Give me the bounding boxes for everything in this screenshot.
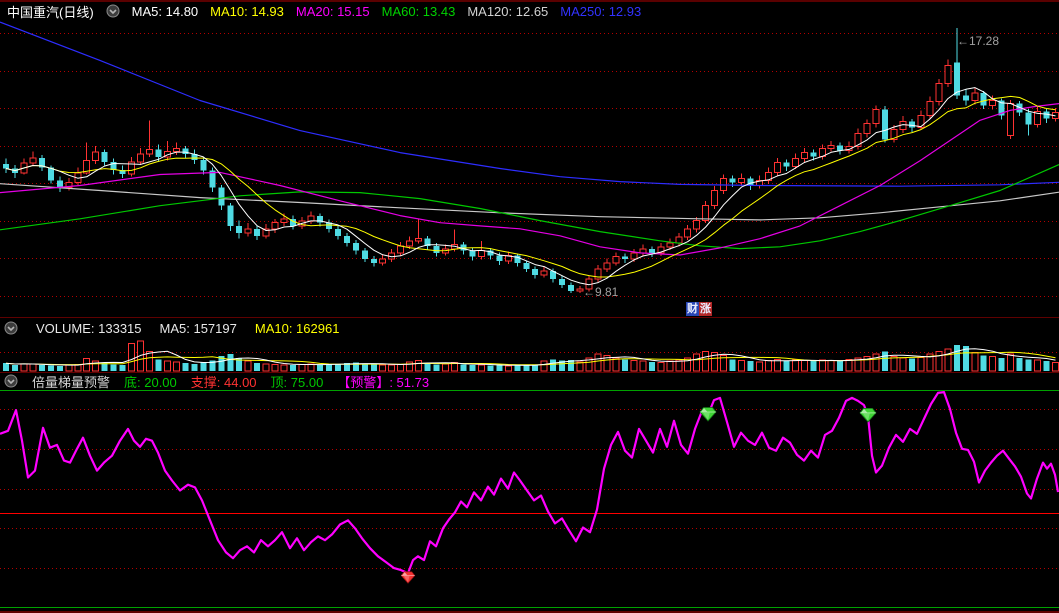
chevron-down-icon xyxy=(4,321,18,335)
main-chart-header: 中国重汽(日线) MA5: 14.80 MA10: 14.93 MA20: 15.1… xyxy=(0,2,1059,20)
chevron-down-icon xyxy=(106,4,120,18)
indicator-legend-item: 顶: 75.00 xyxy=(270,374,324,390)
volume-panel-header: VOLUME: 133315 MA5: 157197 MA10: 162961 xyxy=(0,318,1059,338)
indicator-legend-item: 【预警】: 51.73 xyxy=(337,374,430,390)
green-gem-alert-icon xyxy=(859,407,877,423)
green-gem-alert-icon xyxy=(699,407,717,422)
collapse-indicator-panel-button[interactable] xyxy=(4,374,18,388)
indicator-chart-canvas[interactable] xyxy=(0,389,1059,613)
indicator-legend-item: 底: 20.00 xyxy=(124,374,177,390)
volume-legend-item: VOLUME: 133315 xyxy=(36,320,142,336)
indicator-chart-panel[interactable] xyxy=(0,389,1059,613)
chevron-down-icon xyxy=(4,374,18,388)
candlestick-chart-canvas[interactable] xyxy=(0,20,1059,317)
volume-legend-item: MA10: 162961 xyxy=(254,320,340,336)
collapse-volume-panel-button[interactable] xyxy=(4,321,18,335)
ma-legend-list: MA5: 14.80 MA10: 14.93 MA20: 15.15 MA60: 13… xyxy=(132,4,642,19)
stock-title: 中国重汽(日线) xyxy=(7,4,94,20)
indicator-name: 倍量梯量预警 xyxy=(32,374,111,390)
collapse-main-panel-button[interactable] xyxy=(106,4,120,18)
ma-legend-item: MA250: 12.93 xyxy=(560,3,642,19)
ma-legend-item: MA5: 14.80 xyxy=(131,3,199,19)
volume-legend-list: VOLUME: 133315 MA5: 157197 MA10: 162961 xyxy=(36,321,339,336)
ma-legend-item: MA120: 12.65 xyxy=(467,3,549,19)
volume-legend-item: MA5: 157197 xyxy=(159,320,237,336)
indicator-legend-item: 支撑: 44.00 xyxy=(190,374,257,390)
ma-legend-item: MA20: 15.15 xyxy=(295,3,370,19)
stock-chart-window: 中国重汽(日线) MA5: 14.80 MA10: 14.93 MA20: 15.1… xyxy=(0,0,1059,613)
indicator-panel-header: 倍量梯量预警 底: 20.00 支撑: 44.00 顶: 75.00 【预警】: 51… xyxy=(0,373,1059,389)
ma-legend-item: MA60: 13.43 xyxy=(381,3,456,19)
ma-legend-item: MA10: 14.93 xyxy=(210,3,284,19)
candlestick-chart-panel[interactable]: ←17.28 ←9.81 财 涨 xyxy=(0,20,1059,317)
volume-chart-panel[interactable] xyxy=(0,338,1059,372)
indicator-legend-list: 底: 20.00 支撑: 44.00 顶: 75.00 【预警】: 51.73 xyxy=(124,373,430,390)
volume-chart-canvas[interactable] xyxy=(0,338,1059,372)
red-gem-alert-icon xyxy=(400,571,416,584)
